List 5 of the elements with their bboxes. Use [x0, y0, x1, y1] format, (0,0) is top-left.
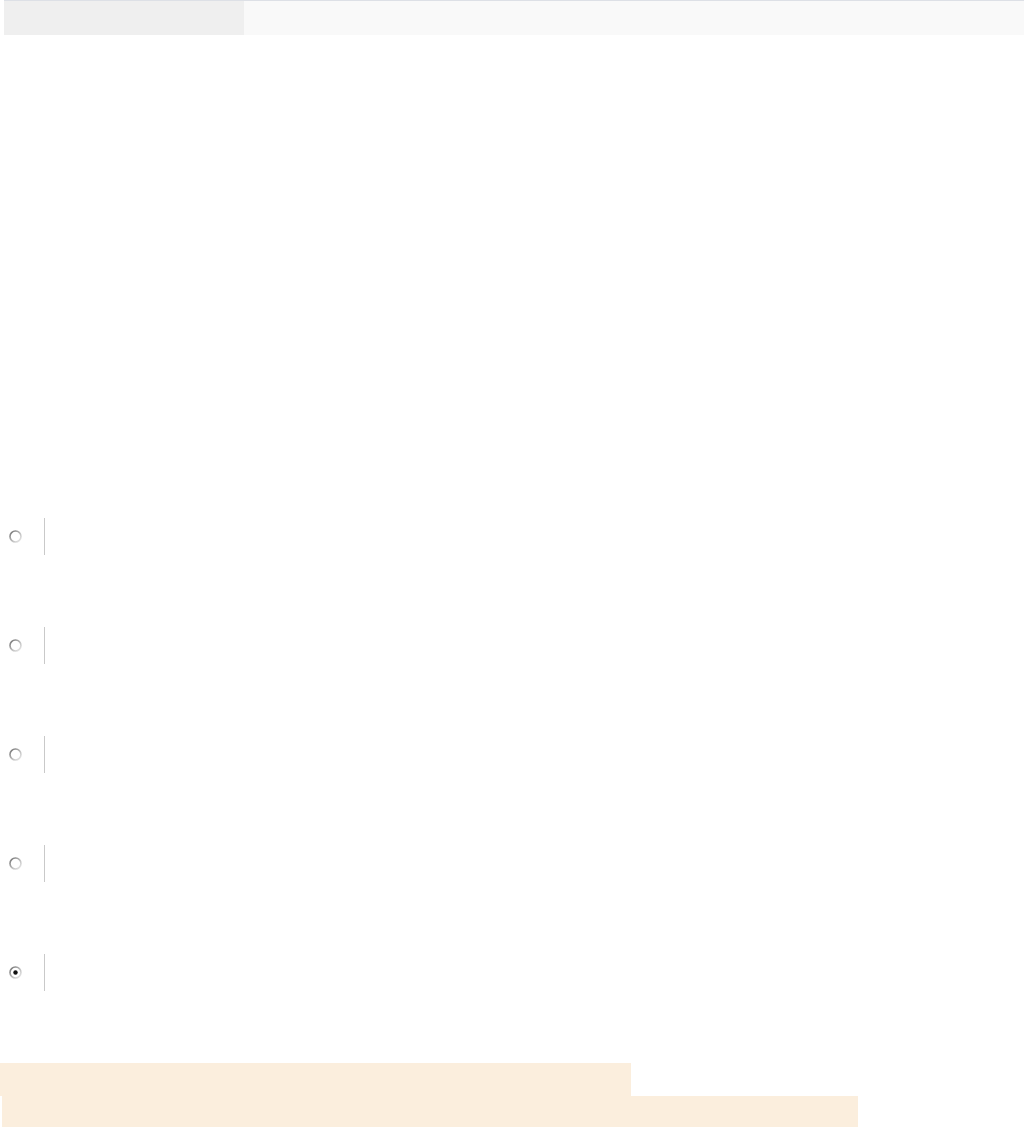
- radio-button[interactable]: [9, 857, 22, 870]
- radio-button[interactable]: [9, 530, 22, 543]
- radio-button[interactable]: [9, 748, 22, 761]
- radio-button[interactable]: [9, 639, 22, 652]
- radio-button[interactable]: [9, 966, 22, 979]
